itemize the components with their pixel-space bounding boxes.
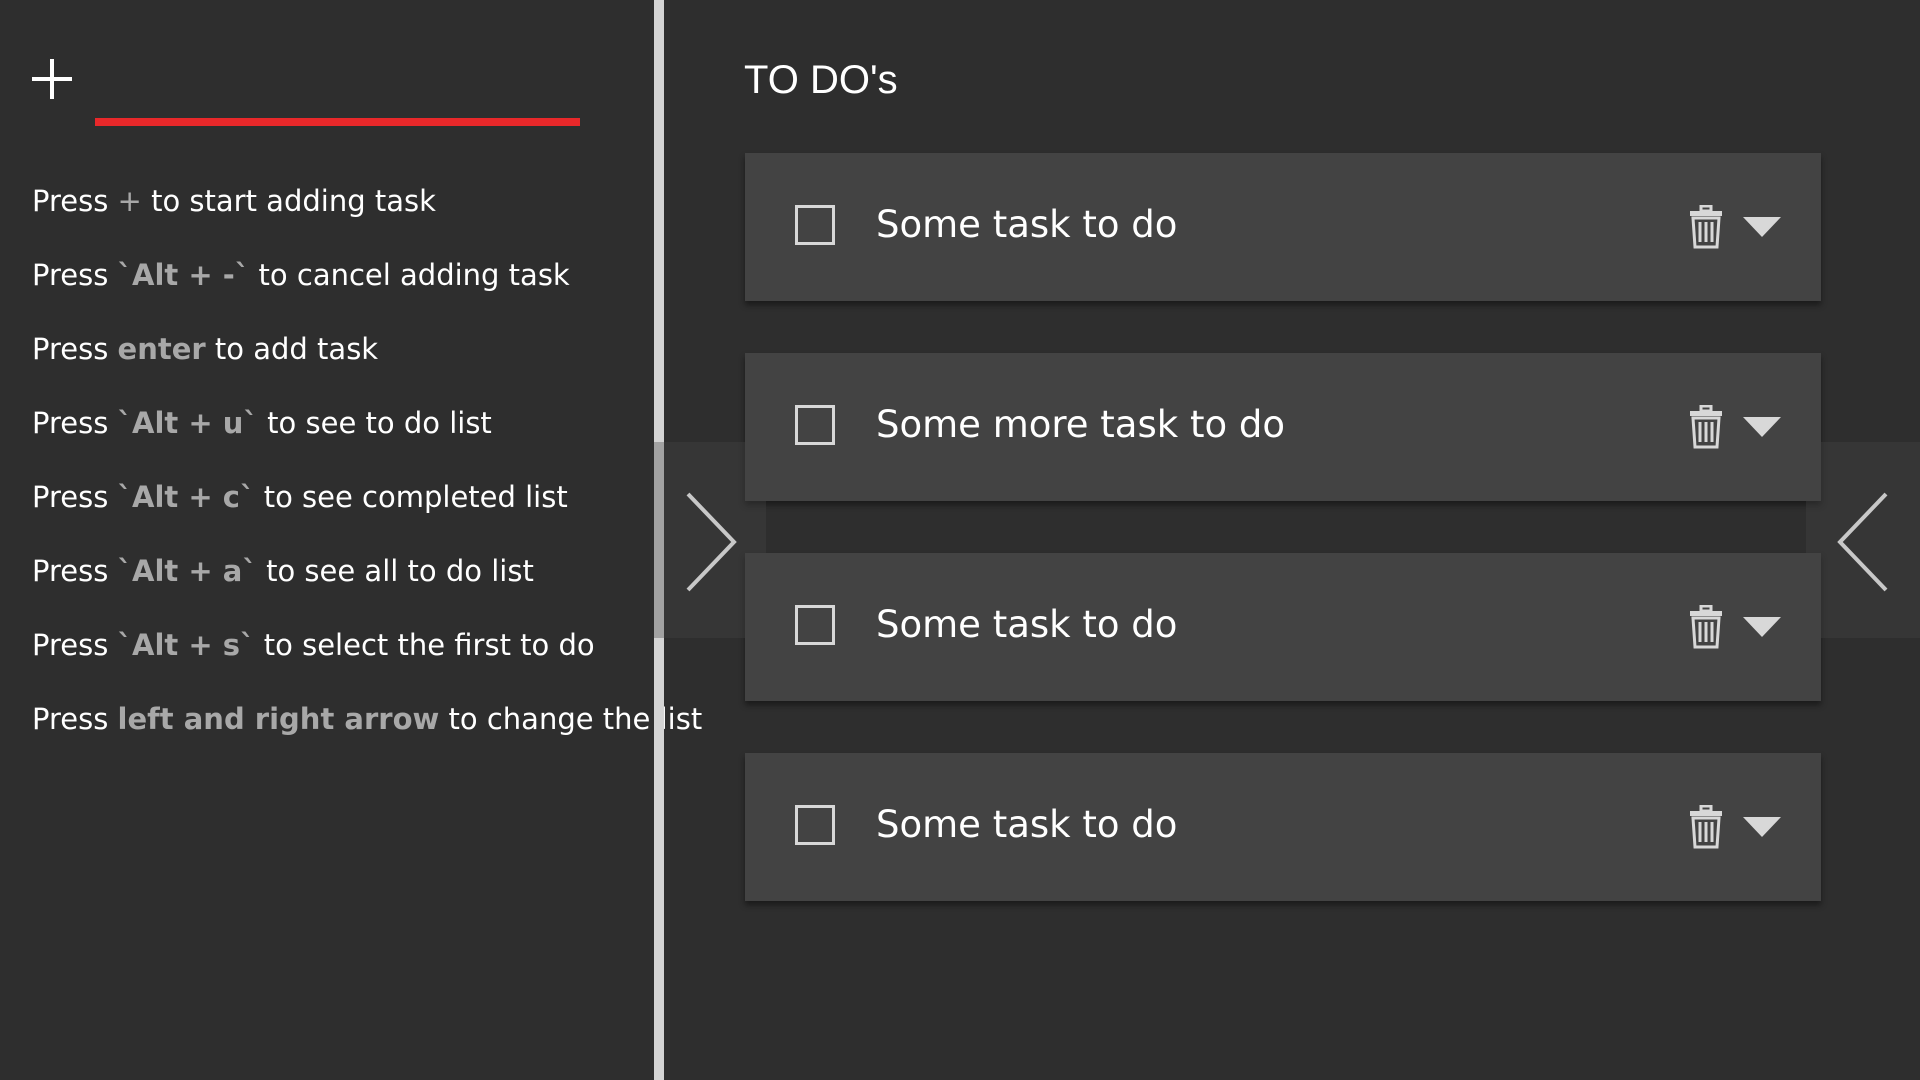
list-nav-left-button[interactable] xyxy=(1806,442,1920,638)
task-card: Some task to do xyxy=(745,553,1821,701)
chevron-down-icon[interactable] xyxy=(1743,617,1781,639)
task-checkbox[interactable] xyxy=(795,605,835,645)
help-line: Press + to start adding task xyxy=(32,184,436,218)
sidebar: Press + to start adding task Press `Alt … xyxy=(0,0,702,1080)
trash-icon[interactable] xyxy=(1689,205,1723,249)
task-checkbox[interactable] xyxy=(795,205,835,245)
trash-icon[interactable] xyxy=(1689,605,1723,649)
chevron-left-icon xyxy=(1837,492,1888,592)
help-key: `Alt + a` xyxy=(117,554,257,588)
help-line: Press `Alt + u` to see to do list xyxy=(32,406,492,440)
trash-icon[interactable] xyxy=(1689,405,1723,449)
chevron-down-icon[interactable] xyxy=(1743,217,1781,239)
help-line: Press `Alt + -` to cancel adding task xyxy=(32,258,570,292)
help-key: left and right arrow xyxy=(117,702,440,736)
task-card: Some task to do xyxy=(745,753,1821,901)
chevron-right-icon xyxy=(686,492,737,592)
help-key: `Alt + u` xyxy=(117,406,258,440)
task-text: Some more task to do xyxy=(876,403,1285,446)
help-key: `Alt + c` xyxy=(117,480,255,514)
task-card: Some task to do xyxy=(745,153,1821,301)
help-key: `Alt + s` xyxy=(117,628,255,662)
help-key: `Alt + -` xyxy=(117,258,250,292)
task-text: Some task to do xyxy=(876,803,1178,846)
help-line: Press `Alt + s` to select the first to d… xyxy=(32,628,595,662)
add-task-plus-icon[interactable] xyxy=(28,55,76,103)
chevron-down-icon[interactable] xyxy=(1743,417,1781,439)
task-text: Some task to do xyxy=(876,603,1178,646)
help-line: Press enter to add task xyxy=(32,332,379,366)
trash-icon[interactable] xyxy=(1689,805,1723,849)
task-text: Some task to do xyxy=(876,203,1178,246)
help-key: enter xyxy=(117,332,206,366)
new-task-input[interactable] xyxy=(95,66,580,126)
keyboard-shortcuts-help: Press + to start adding task Press `Alt … xyxy=(32,181,702,773)
chevron-down-icon[interactable] xyxy=(1743,817,1781,839)
help-line: Press `Alt + a` to see all to do list xyxy=(32,554,534,588)
task-checkbox[interactable] xyxy=(795,805,835,845)
list-nav-right-button[interactable] xyxy=(654,442,766,638)
task-card: Some more task to do xyxy=(745,353,1821,501)
help-line: Press left and right arrow to change the… xyxy=(32,702,703,736)
page-title: TO DO's xyxy=(744,58,898,102)
task-checkbox[interactable] xyxy=(795,405,835,445)
help-line: Press `Alt + c` to see completed list xyxy=(32,480,568,514)
help-key: + xyxy=(117,184,142,218)
